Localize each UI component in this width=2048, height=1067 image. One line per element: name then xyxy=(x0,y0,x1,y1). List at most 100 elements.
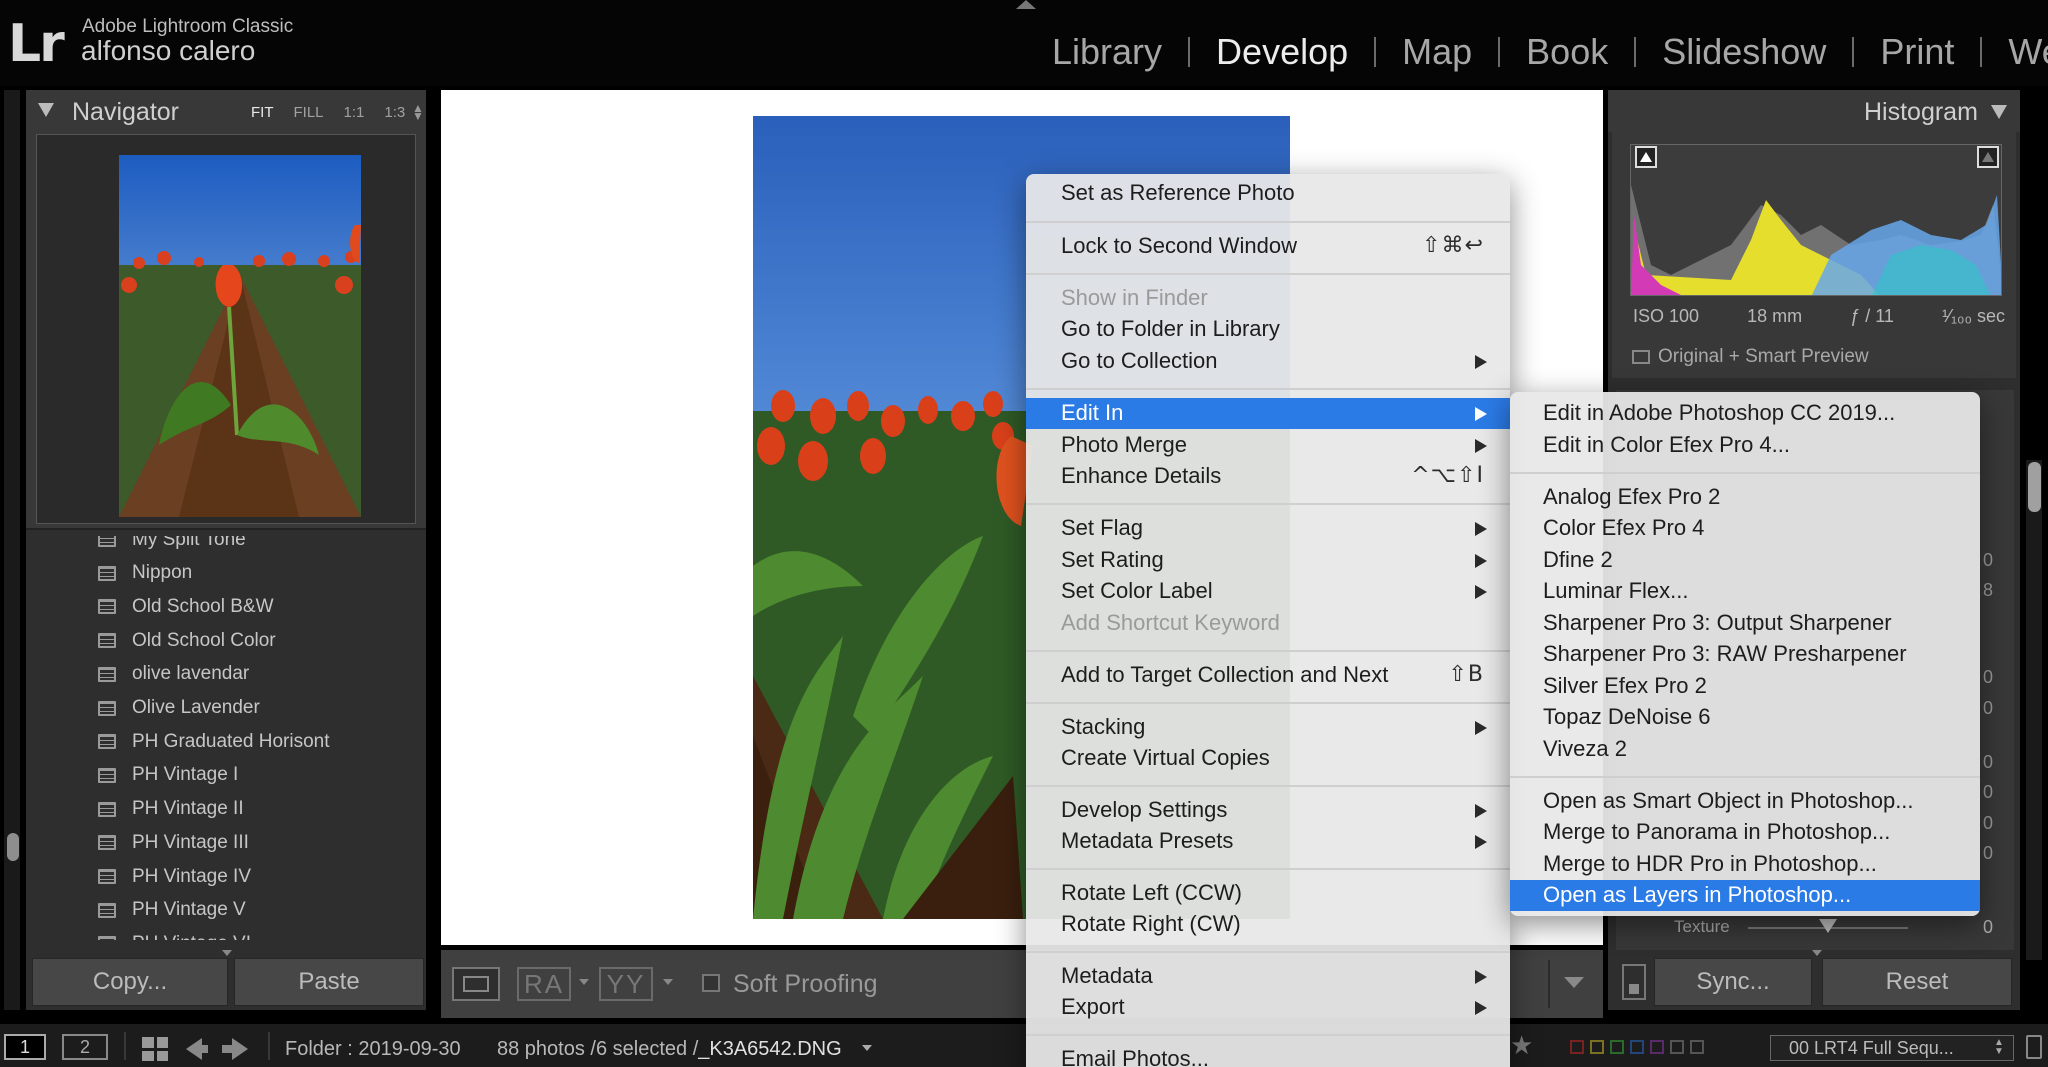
photo-selection-status[interactable]: 88 photos /6 selected /_K3A6542.DNG xyxy=(497,1038,842,1061)
right-panel-scroll-thumb[interactable] xyxy=(2028,462,2041,512)
collapse-triangle-icon[interactable] xyxy=(38,103,54,117)
menu-item-rotate-left-ccw[interactable]: Rotate Left (CCW) xyxy=(1026,878,1510,909)
submenu-item-dfine-2[interactable]: Dfine 2 xyxy=(1510,545,1980,576)
menu-item-photo-merge[interactable]: Photo Merge xyxy=(1026,430,1510,461)
slider-value[interactable]: 0 xyxy=(1983,843,1993,864)
module-library[interactable]: Library xyxy=(1052,31,1162,73)
menu-item-metadata[interactable]: Metadata xyxy=(1026,961,1510,992)
right-panel-scroll-down-icon[interactable] xyxy=(1812,950,1822,956)
preset-item[interactable]: PH Graduated Horisont xyxy=(26,725,426,758)
histogram-graph[interactable] xyxy=(1630,144,2002,296)
before-after-dropdown-icon[interactable] xyxy=(579,979,589,985)
menu-item-go-to-collection[interactable]: Go to Collection xyxy=(1026,346,1510,377)
panel-toggle-top-icon[interactable] xyxy=(1016,0,1036,9)
preset-item[interactable]: Old School Color xyxy=(26,624,426,657)
submenu-item-luminar-flex[interactable]: Luminar Flex... xyxy=(1510,576,1980,607)
zoom-option-fill[interactable]: FILL xyxy=(294,104,324,121)
paste-settings-button[interactable]: Paste xyxy=(234,958,424,1006)
zoom-option-1-1[interactable]: 1:1 xyxy=(344,104,365,121)
module-book[interactable]: Book xyxy=(1526,31,1608,73)
preset-item[interactable]: PH Vintage V xyxy=(26,894,426,927)
menu-item-enhance-details[interactable]: Enhance Details ^⌥⇧I xyxy=(1026,461,1510,492)
submenu-item-edit-in-adobe-photoshop-cc-2019[interactable]: Edit in Adobe Photoshop CC 2019... xyxy=(1510,398,1980,429)
left-panel-scrollbar[interactable] xyxy=(4,90,20,1010)
preset-item[interactable]: Olive Lavender xyxy=(26,692,426,725)
shadow-clipping-toggle[interactable] xyxy=(1635,146,1657,168)
preset-item[interactable]: Old School B&W xyxy=(26,590,426,623)
color-filter-red[interactable] xyxy=(1570,1040,1584,1054)
menu-item-set-flag[interactable]: Set Flag xyxy=(1026,513,1510,544)
slider-value[interactable]: 0 xyxy=(1983,667,1993,688)
next-photo-icon[interactable] xyxy=(222,1038,248,1060)
slider-value[interactable]: 0 xyxy=(1983,550,1993,571)
module-print[interactable]: Print xyxy=(1880,31,1954,73)
loupe-view-button[interactable] xyxy=(452,967,500,1001)
preset-item[interactable]: PH Vintage IV xyxy=(26,860,426,893)
filter-lock-icon[interactable] xyxy=(2026,1035,2042,1059)
menu-item-create-virtual-copies[interactable]: Create Virtual Copies xyxy=(1026,743,1510,774)
preset-item[interactable]: PH Vintage II xyxy=(26,793,426,826)
preset-scroll-down-icon[interactable] xyxy=(222,950,232,956)
smart-preview-status[interactable]: Original + Smart Preview xyxy=(1658,346,1869,368)
submenu-item-analog-efex-pro-2[interactable]: Analog Efex Pro 2 xyxy=(1510,482,1980,513)
menu-item-go-to-folder-in-library[interactable]: Go to Folder in Library xyxy=(1026,314,1510,345)
select-stepper-icon[interactable]: ▲ ▼ xyxy=(1994,1038,2004,1057)
module-web[interactable]: Web xyxy=(2008,31,2048,73)
texture-value[interactable]: 0 xyxy=(1983,917,1993,938)
submenu-item-open-as-layers-in-photoshop[interactable]: Open as Layers in Photoshop... xyxy=(1510,880,1980,911)
submenu-item-sharpener-pro-3-output-sharpener[interactable]: Sharpener Pro 3: Output Sharpener xyxy=(1510,608,1980,639)
submenu-item-silver-efex-pro-2[interactable]: Silver Efex Pro 2 xyxy=(1510,671,1980,702)
color-filter-purple[interactable] xyxy=(1650,1040,1664,1054)
source-folder-label[interactable]: Folder : 2019-09-30 xyxy=(285,1038,461,1061)
slider-value[interactable]: 8 xyxy=(1983,580,1993,601)
slider-value[interactable]: 0 xyxy=(1983,698,1993,719)
menu-item-metadata-presets[interactable]: Metadata Presets xyxy=(1026,826,1510,857)
submenu-item-viveza-2[interactable]: Viveza 2 xyxy=(1510,734,1980,765)
before-after-swap-button[interactable]: YY xyxy=(599,967,653,1001)
color-filter-other[interactable] xyxy=(1690,1040,1704,1054)
highlight-clipping-toggle[interactable] xyxy=(1977,146,1999,168)
texture-slider-thumb[interactable] xyxy=(1819,919,1837,933)
navigator-preview[interactable] xyxy=(36,134,416,524)
soft-proofing-checkbox[interactable] xyxy=(702,974,720,992)
menu-item-add-to-target-collection-and-next[interactable]: Add to Target Collection and Next ⇧B xyxy=(1026,660,1510,691)
auto-sync-switch[interactable] xyxy=(1622,964,1646,1000)
soft-proofing-label[interactable]: Soft Proofing xyxy=(733,970,878,999)
zoom-option-fit[interactable]: FIT xyxy=(251,104,274,121)
submenu-item-sharpener-pro-3-raw-presharpener[interactable]: Sharpener Pro 3: RAW Presharpener xyxy=(1510,639,1980,670)
zoom-option-1-3[interactable]: 1:3 xyxy=(384,104,405,121)
slider-value[interactable]: 0 xyxy=(1983,813,1993,834)
module-map[interactable]: Map xyxy=(1402,31,1472,73)
submenu-item-open-as-smart-object-in-photoshop[interactable]: Open as Smart Object in Photoshop... xyxy=(1510,786,1980,817)
before-after-button[interactable]: RA xyxy=(517,967,571,1001)
submenu-item-merge-to-panorama-in-photoshop[interactable]: Merge to Panorama in Photoshop... xyxy=(1510,817,1980,848)
swap-dropdown-icon[interactable] xyxy=(663,979,673,985)
preset-item[interactable]: PH Vintage I xyxy=(26,759,426,792)
menu-item-develop-settings[interactable]: Develop Settings xyxy=(1026,795,1510,826)
menu-item-set-as-reference-photo[interactable]: Set as Reference Photo xyxy=(1026,178,1510,209)
submenu-item-merge-to-hdr-pro-in-photoshop[interactable]: Merge to HDR Pro in Photoshop... xyxy=(1510,849,1980,880)
preset-item[interactable]: PH Vintage III xyxy=(26,826,426,859)
module-develop[interactable]: Develop xyxy=(1216,31,1348,73)
color-filter-none[interactable] xyxy=(1670,1040,1684,1054)
photo-count-dropdown-icon[interactable] xyxy=(862,1045,872,1051)
menu-item-edit-in[interactable]: Edit In xyxy=(1026,398,1510,429)
star-filter-icon[interactable]: ★ xyxy=(1510,1030,1533,1061)
menu-item-set-rating[interactable]: Set Rating xyxy=(1026,545,1510,576)
menu-item-stacking[interactable]: Stacking xyxy=(1026,712,1510,743)
sync-button[interactable]: Sync... xyxy=(1654,958,1812,1006)
filter-preset-select[interactable]: 00 LRT4 Full Sequ... xyxy=(1770,1035,2014,1061)
color-filter-blue[interactable] xyxy=(1630,1040,1644,1054)
navigator-thumbnail[interactable] xyxy=(119,155,361,517)
submenu-item-edit-in-color-efex-pro-4[interactable]: Edit in Color Efex Pro 4... xyxy=(1510,430,1980,461)
preset-item[interactable]: PH Vintage VI xyxy=(26,927,426,940)
preset-item[interactable]: Nippon xyxy=(26,557,426,590)
preset-item[interactable]: olive lavendar xyxy=(26,658,426,691)
menu-item-set-color-label[interactable]: Set Color Label xyxy=(1026,576,1510,607)
preset-item[interactable]: My Split Tone xyxy=(26,536,426,556)
main-window-button[interactable]: 1 xyxy=(4,1034,46,1060)
submenu-item-topaz-denoise-6[interactable]: Topaz DeNoise 6 xyxy=(1510,702,1980,733)
slider-value[interactable]: 0 xyxy=(1983,782,1993,803)
menu-item-lock-to-second-window[interactable]: Lock to Second Window ⇧⌘↩ xyxy=(1026,231,1510,262)
navigator-header[interactable]: Navigator FIT FILL 1:1 1:3 ▲ ▼ xyxy=(26,90,426,132)
